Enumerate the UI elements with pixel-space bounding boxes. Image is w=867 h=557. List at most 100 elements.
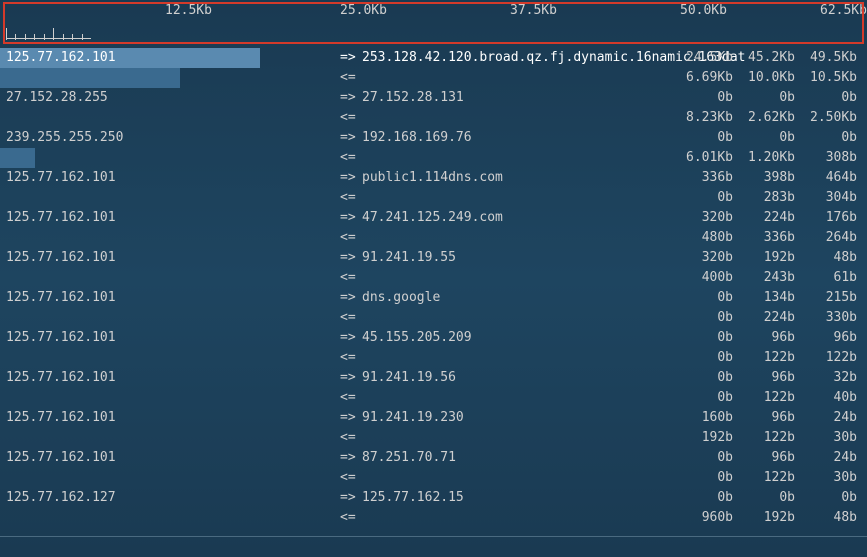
rate-col-3: 176b xyxy=(795,208,857,228)
rate-col-2: 2.62Kb xyxy=(733,108,795,128)
rate-col-3: 24b xyxy=(795,408,857,428)
rate-col-2: 243b xyxy=(733,268,795,288)
scale-label: 62.5Kb xyxy=(820,3,867,18)
source-host: 239.255.255.250 xyxy=(6,128,123,148)
direction-arrow: => xyxy=(340,448,356,468)
rate-col-2: 0b xyxy=(733,128,795,148)
rate-col-2: 0b xyxy=(733,488,795,508)
destination-host: 45.155.205.209 xyxy=(362,328,472,348)
destination-host: 91.241.19.55 xyxy=(362,248,456,268)
connection-row[interactable]: 239.255.255.250=>192.168.169.760b0b0b xyxy=(0,128,867,148)
connection-row[interactable]: 125.77.162.101=>91.241.19.55320b192b48b xyxy=(0,248,867,268)
rate-col-1: 400b xyxy=(671,268,733,288)
rate-col-1: 0b xyxy=(671,288,733,308)
bandwidth-bar xyxy=(0,68,180,88)
rate-col-2: 224b xyxy=(733,208,795,228)
connection-row[interactable]: 125.77.162.101 => 91.241.19.230 160b96b24b xyxy=(0,408,867,428)
rate-col-3: 0b xyxy=(795,488,857,508)
connection-row[interactable]: 125.77.162.101=>dns.google0b134b215b xyxy=(0,288,867,308)
rate-col-3: 32b xyxy=(795,368,857,388)
connection-row[interactable]: 125.77.162.101=>253.128.42.120.broad.qz.… xyxy=(0,48,867,68)
destination-host: 27.152.28.131 xyxy=(362,88,464,108)
rate-col-2: 96b xyxy=(733,408,795,428)
rate-col-3: 24b xyxy=(795,448,857,468)
rate-col-1: 0b xyxy=(671,488,733,508)
connection-row[interactable]: <=0b122b122b xyxy=(0,348,867,368)
direction-arrow: => xyxy=(340,488,356,508)
rate-col-3: 0b xyxy=(795,88,857,108)
rate-col-1: 6.01Kb xyxy=(671,148,733,168)
connection-row[interactable]: 125.77.162.101=>47.241.125.249.com320b22… xyxy=(0,208,867,228)
source-host: 125.77.162.101 xyxy=(6,328,116,348)
rate-col-2: 1.20Kb xyxy=(733,148,795,168)
connection-row[interactable]: <= 0b122b30b xyxy=(0,468,867,488)
rate-col-1: 960b xyxy=(671,508,733,528)
destination-host: 192.168.169.76 xyxy=(362,128,472,148)
rate-col-2: 96b xyxy=(733,328,795,348)
destination-host: 91.241.19.56 xyxy=(362,368,456,388)
rate-col-1: 0b xyxy=(671,348,733,368)
rate-col-1: 0b xyxy=(671,128,733,148)
rate-col-1: 320b xyxy=(671,248,733,268)
direction-arrow: <= xyxy=(340,108,356,128)
source-host: 125.77.162.101 xyxy=(6,408,116,428)
divider xyxy=(0,536,867,537)
connection-row[interactable]: <=8.23Kb2.62Kb2.50Kb xyxy=(0,108,867,128)
rate-col-2: 336b xyxy=(733,228,795,248)
rate-col-1: 160b xyxy=(671,408,733,428)
rate-col-3: 61b xyxy=(795,268,857,288)
source-host: 125.77.162.101 xyxy=(6,208,116,228)
rate-col-2: 192b xyxy=(733,508,795,528)
direction-arrow: <= xyxy=(340,468,356,488)
connection-row[interactable]: <=0b283b304b xyxy=(0,188,867,208)
direction-arrow: <= xyxy=(340,388,356,408)
direction-arrow: => xyxy=(340,248,356,268)
direction-arrow: <= xyxy=(340,188,356,208)
connection-row[interactable]: <=960b192b48b xyxy=(0,508,867,528)
direction-arrow: <= xyxy=(340,308,356,328)
destination-host: dns.google xyxy=(362,288,440,308)
rate-col-2: 122b xyxy=(733,428,795,448)
rate-col-3: 48b xyxy=(795,508,857,528)
connection-row[interactable]: <=192b122b30b xyxy=(0,428,867,448)
rate-col-2: 10.0Kb xyxy=(733,68,795,88)
connection-row[interactable]: <=0b122b40b xyxy=(0,388,867,408)
rate-col-1: 0b xyxy=(671,468,733,488)
rate-col-1: 0b xyxy=(671,388,733,408)
direction-arrow: => xyxy=(340,368,356,388)
rate-col-1: 0b xyxy=(671,188,733,208)
rate-col-3: 30b xyxy=(795,468,857,488)
rate-col-3: 304b xyxy=(795,188,857,208)
rate-col-1: 336b xyxy=(671,168,733,188)
connection-row[interactable]: <=6.01Kb1.20Kb308b xyxy=(0,148,867,168)
direction-arrow: => xyxy=(340,408,356,428)
connection-row[interactable]: 125.77.162.101=>87.251.70.710b96b24b xyxy=(0,448,867,468)
connection-row[interactable]: 125.77.162.101=>45.155.205.2090b96b96b xyxy=(0,328,867,348)
connection-list: 125.77.162.101=>253.128.42.120.broad.qz.… xyxy=(0,48,867,528)
direction-arrow: <= xyxy=(340,428,356,448)
connection-row[interactable]: 125.77.162.101=>public1.114dns.com336b39… xyxy=(0,168,867,188)
rate-col-3: 2.50Kb xyxy=(795,108,857,128)
connection-row[interactable]: 27.152.28.255=>27.152.28.1310b0b0b xyxy=(0,88,867,108)
rate-col-3: 49.5Kb xyxy=(795,48,857,68)
rate-col-1: 0b xyxy=(671,308,733,328)
connection-row[interactable]: <=480b336b264b xyxy=(0,228,867,248)
direction-arrow: => xyxy=(340,128,356,148)
connection-row[interactable]: 125.77.162.127=>125.77.162.150b0b0b xyxy=(0,488,867,508)
destination-host: 91.241.19.230 xyxy=(362,408,464,428)
direction-arrow: => xyxy=(340,328,356,348)
rate-col-2: 96b xyxy=(733,448,795,468)
direction-arrow: <= xyxy=(340,228,356,248)
rate-col-2: 45.2Kb xyxy=(733,48,795,68)
connection-row[interactable]: <=6.69Kb10.0Kb10.5Kb xyxy=(0,68,867,88)
rate-col-1: 24.5Kb xyxy=(671,48,733,68)
source-host: 125.77.162.101 xyxy=(6,368,116,388)
source-host: 125.77.162.101 xyxy=(6,248,116,268)
connection-row[interactable]: 125.77.162.101=>91.241.19.560b96b32b xyxy=(0,368,867,388)
rate-col-2: 122b xyxy=(733,468,795,488)
rate-col-1: 480b xyxy=(671,228,733,248)
rate-col-3: 48b xyxy=(795,248,857,268)
connection-row[interactable]: <=400b243b61b xyxy=(0,268,867,288)
connection-row[interactable]: <=0b224b330b xyxy=(0,308,867,328)
rate-col-3: 30b xyxy=(795,428,857,448)
